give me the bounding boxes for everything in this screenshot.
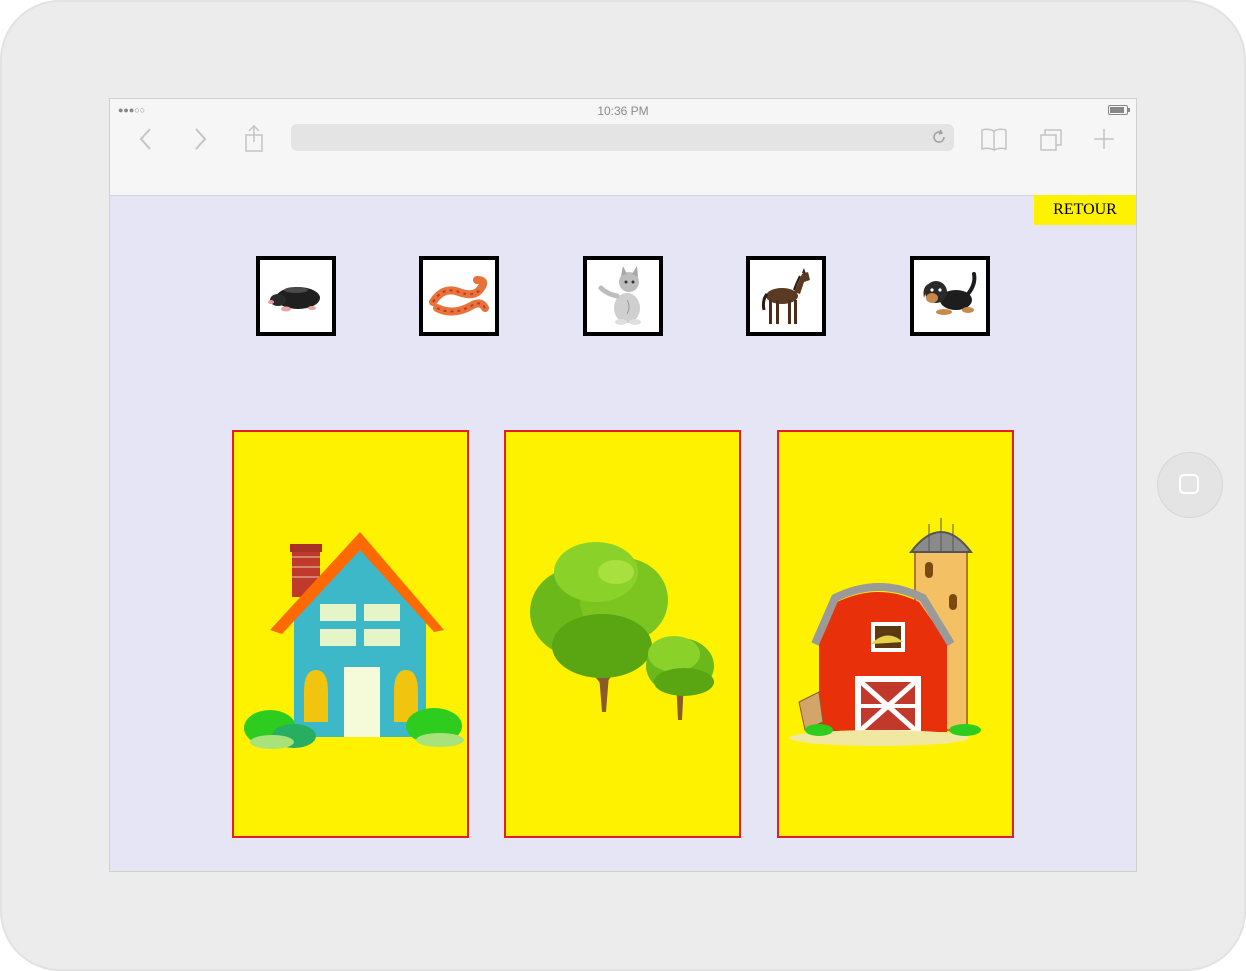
screen: ●●●○○ 10:36 PM RETOUR xyxy=(110,99,1136,871)
cat-icon xyxy=(598,266,641,325)
mole-icon xyxy=(268,287,320,312)
habitat-house[interactable] xyxy=(232,430,469,838)
retour-button[interactable]: RETOUR xyxy=(1034,195,1136,225)
habitat-farm[interactable] xyxy=(777,430,1014,838)
tabs-icon[interactable] xyxy=(1036,125,1066,153)
reload-icon[interactable] xyxy=(930,128,948,146)
browser-toolbar: ●●●○○ 10:36 PM xyxy=(110,99,1136,196)
habitat-trees[interactable] xyxy=(504,430,741,838)
animal-card-snake[interactable] xyxy=(419,256,499,336)
dog-icon xyxy=(923,272,977,315)
forward-icon[interactable] xyxy=(185,125,215,153)
animal-card-dog[interactable] xyxy=(910,256,990,336)
tree-icon xyxy=(530,542,714,720)
tablet-frame: ●●●○○ 10:36 PM RETOUR xyxy=(0,0,1246,971)
back-icon[interactable] xyxy=(131,125,161,153)
new-tab-icon[interactable] xyxy=(1089,125,1119,153)
animal-card-cat[interactable] xyxy=(583,256,663,336)
snake-icon xyxy=(429,276,489,316)
bookmarks-icon[interactable] xyxy=(979,125,1009,153)
house-icon xyxy=(244,532,464,749)
horse-icon xyxy=(761,268,810,324)
status-time: 10:36 PM xyxy=(597,104,649,118)
animal-card-mole[interactable] xyxy=(256,256,336,336)
home-square-icon xyxy=(1179,474,1199,494)
barn-icon xyxy=(789,518,981,746)
home-button[interactable] xyxy=(1157,452,1223,518)
animal-card-horse[interactable] xyxy=(746,256,826,336)
share-icon[interactable] xyxy=(239,124,269,153)
address-bar[interactable] xyxy=(291,124,954,151)
battery-icon xyxy=(1108,105,1130,115)
